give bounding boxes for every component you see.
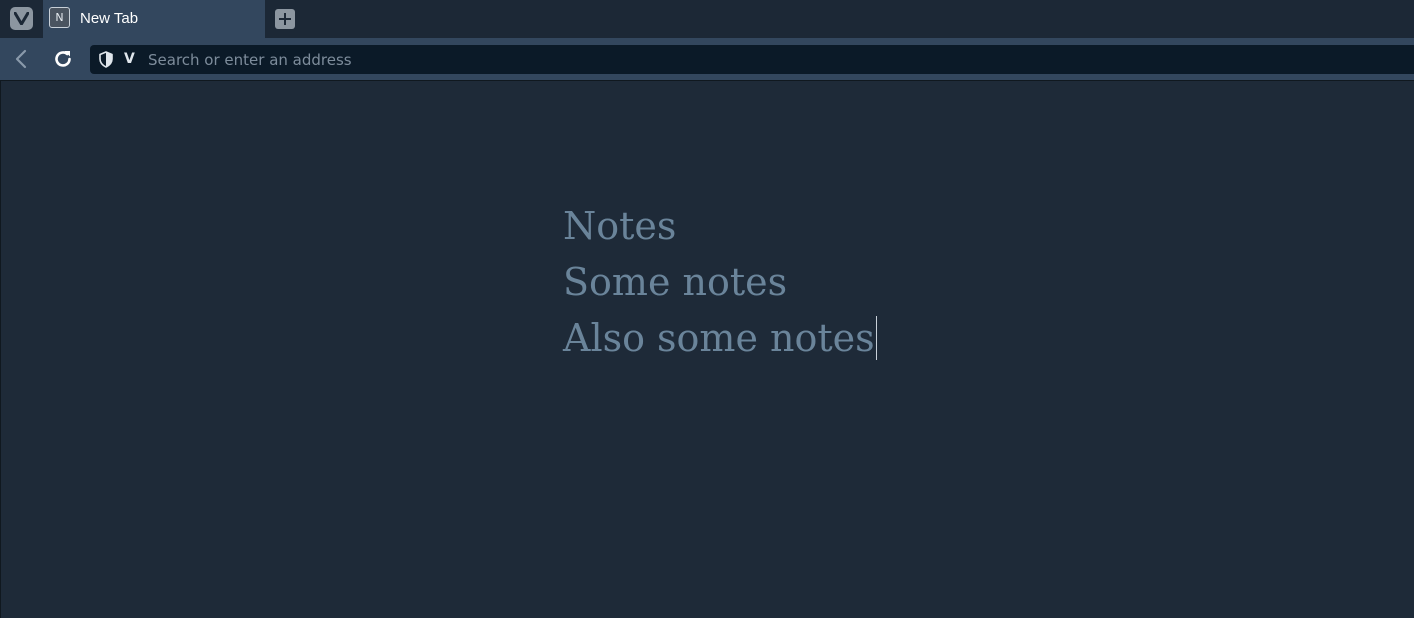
vivaldi-logo-icon xyxy=(14,12,29,25)
back-button[interactable] xyxy=(8,46,34,72)
address-input[interactable] xyxy=(148,45,1348,74)
note-line: Notes xyxy=(563,204,677,248)
note-line-last: Also some notes xyxy=(563,310,877,366)
vivaldi-menu-button[interactable] xyxy=(10,7,33,30)
note-line-text: Also some notes xyxy=(563,316,875,360)
tab-bar: N New Tab xyxy=(0,0,1414,38)
new-tab-button[interactable] xyxy=(275,9,295,29)
note-line: Some notes xyxy=(563,260,788,304)
tab-title: New Tab xyxy=(80,10,139,27)
reload-button[interactable] xyxy=(50,46,76,72)
chevron-left-icon xyxy=(15,49,27,69)
text-caret xyxy=(875,316,877,360)
notes-editor[interactable]: Notes Some notes Also some notes xyxy=(563,198,877,366)
reload-icon xyxy=(55,51,71,67)
navigation-toolbar: V xyxy=(0,38,1414,80)
address-bar[interactable]: V xyxy=(90,45,1414,74)
page-content: Notes Some notes Also some notes xyxy=(0,80,1414,618)
tab-favicon: N xyxy=(49,7,70,28)
tab-new-tab[interactable]: N New Tab xyxy=(43,0,265,38)
shield-icon[interactable] xyxy=(98,51,114,72)
search-engine-badge[interactable]: V xyxy=(124,50,135,68)
